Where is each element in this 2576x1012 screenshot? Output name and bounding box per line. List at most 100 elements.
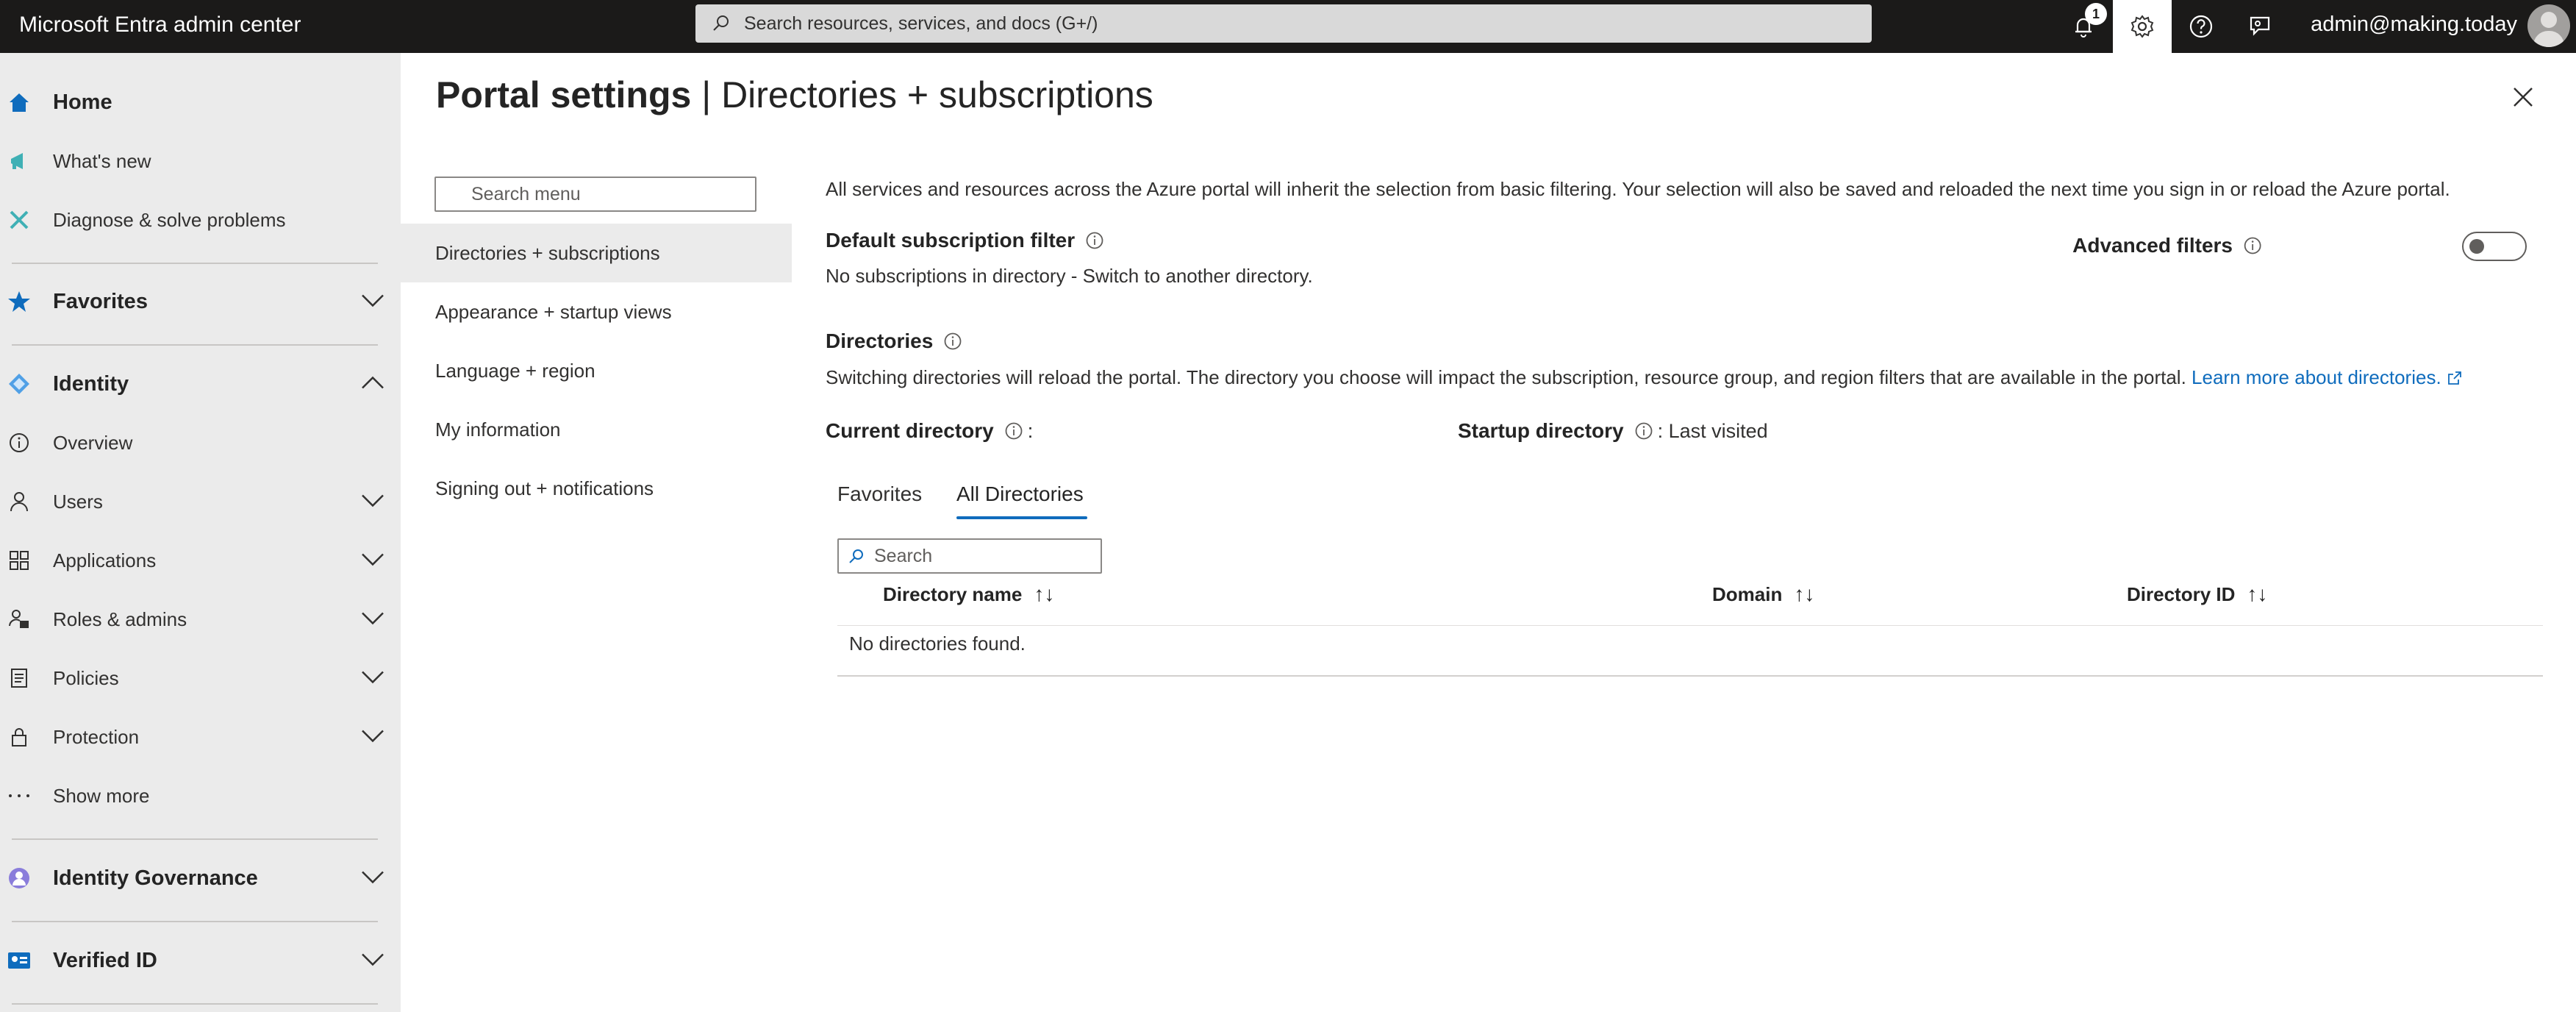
nav-item-overview[interactable]: Overview	[0, 416, 401, 469]
nav-item-verified-id[interactable]: Verified ID	[0, 934, 401, 987]
chevron-down-icon[interactable]	[360, 867, 385, 890]
directories-text: Switching directories will reload the po…	[826, 366, 2186, 388]
nav-item-show-more[interactable]: Show more	[0, 769, 401, 822]
default-subscription-filter-heading: Default subscription filter	[826, 229, 1104, 252]
apps-grid-icon	[4, 546, 34, 575]
info-icon[interactable]	[1004, 421, 1023, 441]
info-icon[interactable]	[1085, 231, 1104, 250]
menu-item-signing-out[interactable]: Signing out + notifications	[401, 459, 792, 518]
column-directory-name-label: Directory name	[883, 582, 1023, 605]
chevron-down-icon[interactable]	[360, 291, 385, 313]
directories-description: Switching directories will reload the po…	[826, 366, 2463, 389]
wrench-icon	[4, 205, 34, 235]
nav-item-roles-admins[interactable]: Roles & admins	[0, 593, 401, 646]
top-bar: Microsoft Entra admin center Search reso…	[0, 0, 2576, 53]
user-account-name[interactable]: admin@making.today	[2311, 0, 2517, 49]
nav-item-whats-new-label: What's new	[53, 149, 151, 172]
nav-item-users-label: Users	[53, 490, 103, 513]
nav-item-home[interactable]: Home	[0, 76, 401, 129]
directories-heading-text: Directories	[826, 329, 934, 352]
nav-divider	[12, 921, 378, 922]
page-title-bold: Portal settings	[436, 74, 692, 115]
startup-directory-value: : Last visited	[1657, 419, 1768, 442]
nav-item-protection[interactable]: Protection	[0, 710, 401, 763]
search-icon	[713, 15, 729, 31]
directory-search-placeholder: Search	[874, 545, 933, 566]
settings-button[interactable]	[2113, 0, 2172, 53]
column-directory-id[interactable]: Directory ID ↑↓	[2127, 582, 2267, 606]
column-domain-label: Domain	[1712, 582, 1783, 605]
menu-search-input[interactable]: Search menu	[434, 177, 756, 212]
nav-item-favorites-label: Favorites	[53, 289, 148, 313]
chevron-up-icon[interactable]	[360, 373, 385, 396]
chevron-down-icon[interactable]	[360, 608, 385, 631]
app-title[interactable]: Microsoft Entra admin center	[19, 0, 301, 50]
nav-item-identity-governance-label: Identity Governance	[53, 866, 258, 890]
home-icon	[4, 88, 34, 117]
gear-icon	[2130, 15, 2154, 38]
menu-item-language-region[interactable]: Language + region	[401, 341, 792, 400]
nav-item-identity-label: Identity	[53, 371, 129, 396]
nav-item-policies[interactable]: Policies	[0, 652, 401, 705]
intro-text: All services and resources across the Az…	[826, 178, 2450, 200]
table-header-divider	[837, 625, 2543, 626]
column-domain[interactable]: Domain ↑↓	[1712, 582, 1814, 606]
info-icon[interactable]	[2243, 236, 2262, 255]
megaphone-icon	[4, 146, 34, 176]
info-icon[interactable]	[943, 332, 962, 351]
nav-item-identity[interactable]: Identity	[0, 357, 401, 410]
chevron-down-icon[interactable]	[360, 949, 385, 972]
nav-item-identity-governance[interactable]: Identity Governance	[0, 852, 401, 905]
external-link-icon[interactable]	[2447, 370, 2463, 386]
nav-divider	[12, 838, 378, 840]
nav-item-whats-new[interactable]: What's new	[0, 135, 401, 188]
info-icon	[4, 428, 34, 457]
notification-badge: 1	[2085, 3, 2107, 25]
person-badge-icon	[4, 605, 34, 634]
global-search-input[interactable]: Search resources, services, and docs (G+…	[695, 4, 1872, 43]
info-icon[interactable]	[1634, 421, 1653, 441]
chevron-down-icon[interactable]	[360, 491, 385, 513]
learn-more-link[interactable]: Learn more about directories.	[2192, 366, 2441, 388]
nav-divider	[12, 263, 378, 264]
advanced-filters-label: Advanced filters	[2072, 234, 2262, 257]
nav-item-show-more-label: Show more	[53, 784, 150, 807]
sort-icon[interactable]: ↑↓	[1034, 582, 1054, 606]
global-search-placeholder: Search resources, services, and docs (G+…	[744, 13, 1098, 34]
chevron-down-icon[interactable]	[360, 667, 385, 690]
column-directory-id-label: Directory ID	[2127, 582, 2236, 605]
nav-item-diagnose[interactable]: Diagnose & solve problems	[0, 193, 401, 246]
default-filter-text: No subscriptions in directory - Switch t…	[826, 265, 1313, 287]
sort-icon[interactable]: ↑↓	[1794, 582, 1814, 606]
menu-search-placeholder: Search menu	[471, 183, 581, 204]
sort-icon[interactable]: ↑↓	[2247, 582, 2267, 606]
chevron-down-icon[interactable]	[360, 726, 385, 749]
settings-content: All services and resources across the Az…	[826, 53, 2576, 1012]
nav-item-home-label: Home	[53, 90, 112, 114]
person-icon	[4, 487, 34, 516]
nav-item-favorites[interactable]: Favorites	[0, 275, 401, 328]
menu-item-my-information[interactable]: My information	[401, 400, 792, 459]
tab-all-directories[interactable]: All Directories	[956, 482, 1084, 506]
chevron-down-icon[interactable]	[360, 549, 385, 572]
nav-item-roles-admins-label: Roles & admins	[53, 607, 187, 630]
column-directory-name[interactable]: Directory name ↑↓	[883, 582, 1054, 606]
help-button[interactable]	[2172, 0, 2230, 53]
menu-item-appearance[interactable]: Appearance + startup views	[401, 282, 792, 341]
directory-search-input[interactable]: Search	[837, 538, 1102, 574]
feedback-button[interactable]	[2230, 0, 2289, 53]
advanced-filters-toggle[interactable]	[2462, 232, 2527, 261]
nav-item-applications[interactable]: Applications	[0, 534, 401, 587]
nav-item-overview-label: Overview	[53, 431, 133, 454]
left-navigation: Home What's new Diagnose & solve problem…	[0, 53, 401, 1012]
notifications-button[interactable]: 1	[2054, 0, 2113, 53]
startup-directory-label: Startup directory	[1458, 419, 1624, 442]
menu-item-directories-subscriptions[interactable]: Directories + subscriptions	[401, 224, 792, 282]
nav-item-users[interactable]: Users	[0, 475, 401, 528]
current-directory-value: :	[1027, 419, 1034, 442]
nav-item-verified-id-label: Verified ID	[53, 948, 157, 972]
tab-favorites[interactable]: Favorites	[837, 482, 922, 506]
avatar[interactable]	[2527, 4, 2570, 47]
governance-icon	[4, 863, 34, 893]
nav-divider	[12, 1003, 378, 1005]
